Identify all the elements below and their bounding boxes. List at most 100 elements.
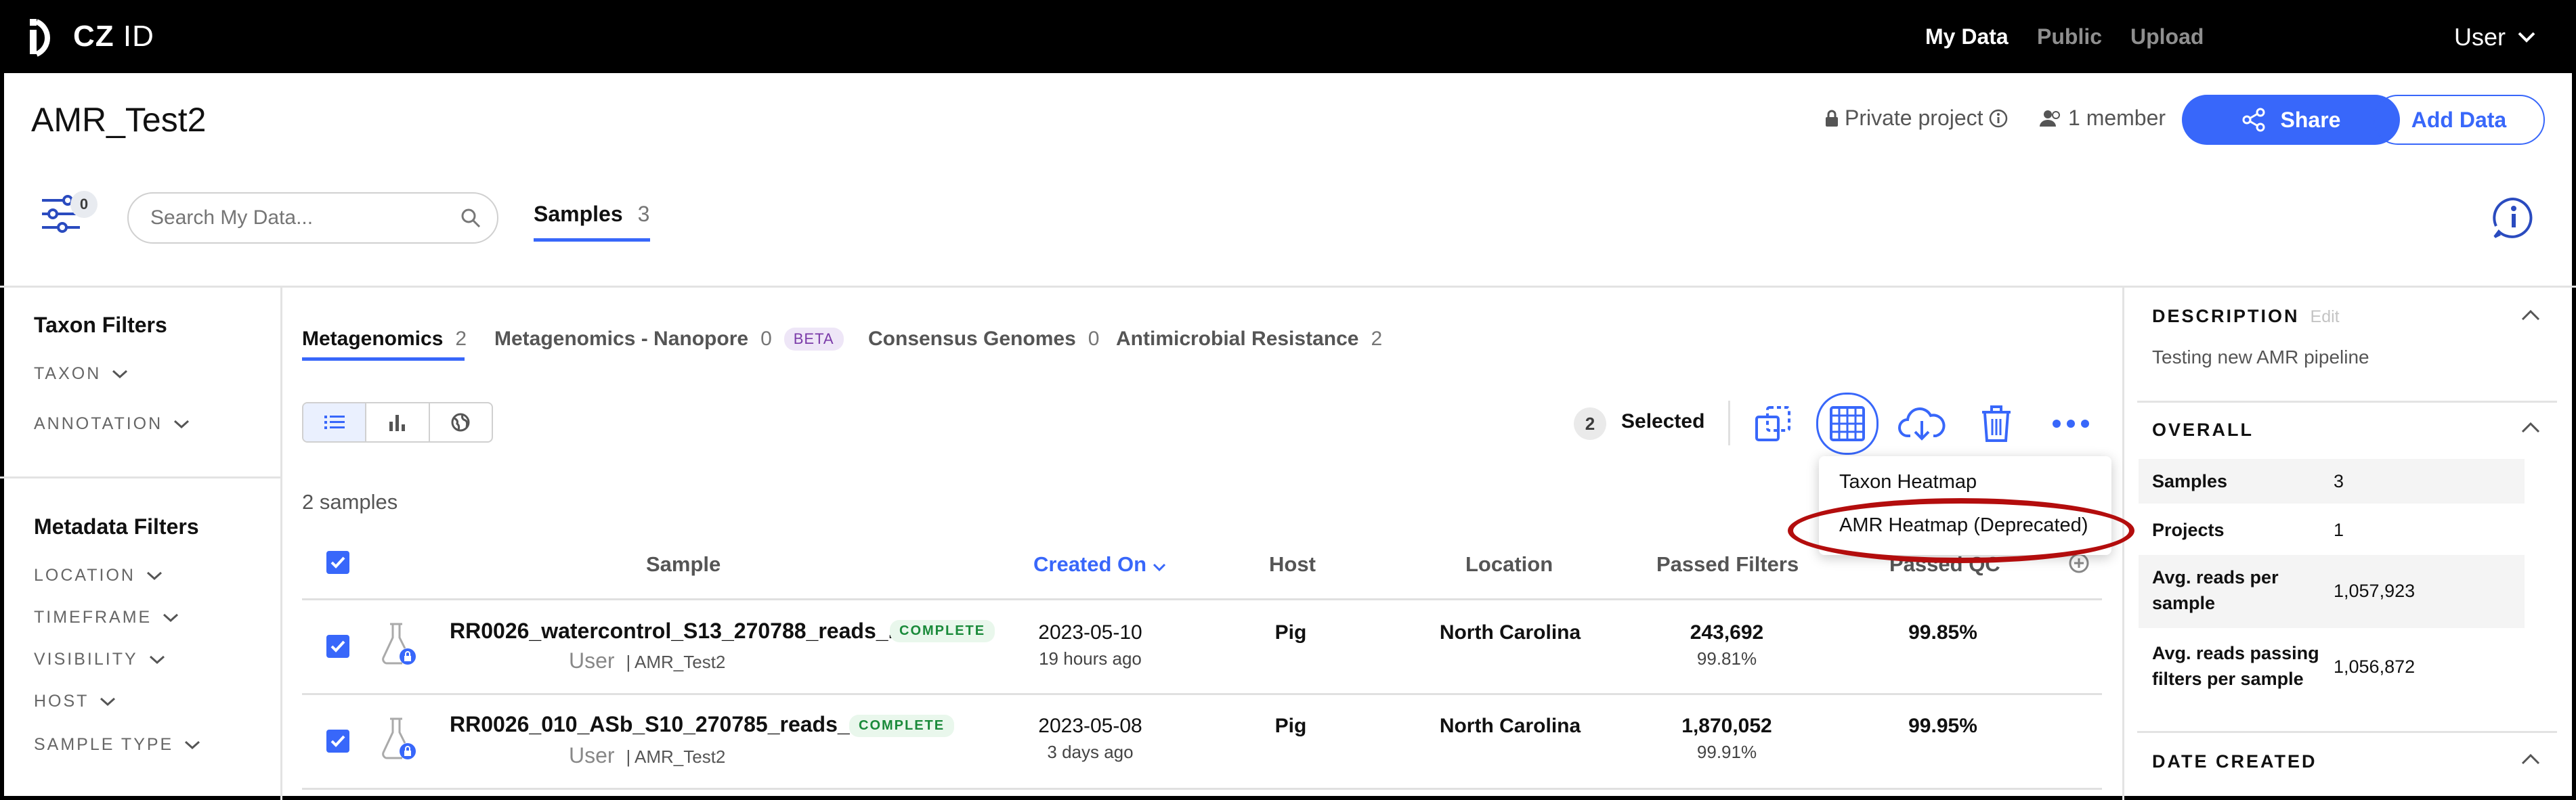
user-menu[interactable]: User <box>2454 23 2535 51</box>
filters-divider <box>0 476 280 479</box>
info-icon <box>1989 109 2007 127</box>
nav-upload[interactable]: Upload <box>2130 24 2204 49</box>
created-ago: 19 hours ago <box>1039 648 1142 669</box>
chevron-up-icon[interactable] <box>2520 421 2541 435</box>
search-box[interactable] <box>127 192 498 244</box>
sample-flask-icon <box>382 623 416 665</box>
tab-count: 2 <box>455 328 467 350</box>
column-header-passed-qc[interactable]: Passed QC <box>1889 552 2000 577</box>
overall-row: Projects 1 <box>2139 504 2525 555</box>
tab-label: Antimicrobial Resistance <box>1116 328 1359 350</box>
passed-filters-cell: 243,692 99.81% <box>1639 621 1815 669</box>
overall-row: Avg. reads per sample 1,057,923 <box>2139 555 2525 628</box>
lock-icon <box>1826 110 1838 127</box>
chevron-down-icon <box>112 370 128 378</box>
tab-consensus-genomes[interactable]: Consensus Genomes 0 <box>868 328 1099 351</box>
cloud-download-icon <box>1898 407 1946 441</box>
edit-description-link[interactable]: Edit <box>2311 307 2340 326</box>
row-checkbox[interactable] <box>326 635 349 658</box>
tab-label: Consensus Genomes <box>868 328 1076 350</box>
description-heading-label: DESCRIPTION <box>2152 306 2300 326</box>
heatmap-button[interactable] <box>1816 393 1879 455</box>
filter-visibility[interactable]: VISIBILITY <box>34 650 165 669</box>
filter-annotation[interactable]: ANNOTATION <box>34 414 190 434</box>
share-button[interactable]: Share <box>2182 95 2400 145</box>
overall-value: 3 <box>2334 471 2344 491</box>
bar-chart-icon <box>389 415 405 431</box>
sample-name[interactable]: RR0026_010_ASb_S10_270785_reads_nh <box>450 712 876 737</box>
tab-label: Metagenomics <box>302 328 444 350</box>
column-header-created-on[interactable]: Created On <box>1033 552 1166 577</box>
more-horizontal-icon <box>2053 420 2089 428</box>
chevron-down-icon <box>1153 563 1165 572</box>
members-indicator[interactable]: 1 member <box>2040 106 2166 131</box>
map-view-button[interactable] <box>430 403 492 441</box>
tab-metagenomics[interactable]: Metagenomics 2 <box>302 328 467 351</box>
select-all-checkbox[interactable] <box>326 551 349 574</box>
tab-count: 2 <box>1371 328 1383 350</box>
privacy-indicator[interactable]: Private project <box>1824 106 2008 131</box>
toolbar-separator <box>1728 401 1730 445</box>
filter-host[interactable]: HOST <box>34 692 116 711</box>
search-input[interactable] <box>149 206 460 230</box>
filter-taxon[interactable]: TAXON <box>34 364 128 384</box>
share-icon <box>2242 108 2265 132</box>
check-icon <box>330 735 345 747</box>
download-button[interactable] <box>1895 397 1949 451</box>
column-header-sample[interactable]: Sample <box>646 552 721 577</box>
overall-row: Avg. reads passing filters per sample 1,… <box>2139 628 2525 704</box>
sample-project: AMR_Test2 <box>635 652 726 672</box>
location-cell: North Carolina <box>1439 715 1581 737</box>
column-header-host[interactable]: Host <box>1269 552 1316 577</box>
passed-filters-value: 1,870,052 <box>1681 715 1772 737</box>
tab-antimicrobial-resistance[interactable]: Antimicrobial Resistance 2 <box>1116 328 1382 351</box>
heatmap-icon <box>1830 406 1865 441</box>
row-divider <box>302 788 2102 790</box>
page-title: AMR_Test2 <box>31 101 207 139</box>
overall-value: 1,057,923 <box>2334 581 2416 601</box>
more-actions-button[interactable] <box>2044 397 2098 451</box>
filter-sample-type[interactable]: SAMPLE TYPE <box>34 735 200 755</box>
passed-filters-cell: 1,870,052 99.91% <box>1639 715 1815 763</box>
bulk-compare-button[interactable] <box>1746 397 1800 451</box>
users-icon <box>2040 110 2060 127</box>
add-column-icon[interactable] <box>2068 552 2090 574</box>
sample-meta: User | AMR_Test2 <box>569 648 726 673</box>
sample-name[interactable]: RR0026_watercontrol_S13_270788_reads_... <box>450 619 906 644</box>
tab-samples-count: 3 <box>637 202 650 226</box>
tab-count: 0 <box>760 328 772 350</box>
trash-icon <box>1982 405 2011 442</box>
overall-label: Avg. reads passing filters per sample <box>2152 643 2319 689</box>
tab-metagenomics-nanopore[interactable]: Metagenomics - Nanopore 0 BETA <box>494 328 844 351</box>
czid-logo[interactable]: CZ ID <box>27 14 154 60</box>
delete-button[interactable] <box>1969 397 2023 451</box>
nav-my-data[interactable]: My Data <box>1925 24 2009 49</box>
column-header-location[interactable]: Location <box>1465 552 1553 577</box>
privacy-label: Private project <box>1845 106 1983 130</box>
sample-flask-icon <box>382 717 416 759</box>
filter-timeframe[interactable]: TIMEFRAME <box>34 608 179 627</box>
chevron-up-icon[interactable] <box>2520 309 2541 322</box>
tab-label: Metagenomics - Nanopore <box>494 328 749 350</box>
overall-label: Avg. reads per sample <box>2152 567 2279 613</box>
info-panel-icon[interactable] <box>2492 196 2535 240</box>
chevron-down-icon <box>149 655 165 664</box>
share-label: Share <box>2280 107 2341 132</box>
list-icon <box>324 416 345 429</box>
nav-public[interactable]: Public <box>2037 24 2102 49</box>
globe-icon <box>451 413 470 432</box>
filter-annotation-label: ANNOTATION <box>34 414 163 433</box>
list-view-button[interactable] <box>303 403 367 441</box>
row-divider <box>302 693 2102 695</box>
created-on-cell: 2023-05-10 19 hours ago <box>1002 621 1178 669</box>
chart-view-button[interactable] <box>366 403 430 441</box>
menu-item-taxon-heatmap[interactable]: Taxon Heatmap <box>1839 471 1977 493</box>
created-date: 2023-05-08 <box>1038 715 1142 737</box>
add-data-button[interactable]: Add Data <box>2373 95 2545 145</box>
tab-samples[interactable]: Samples 3 <box>534 202 649 227</box>
menu-item-amr-heatmap[interactable]: AMR Heatmap (Deprecated) <box>1839 514 2088 537</box>
chevron-up-icon[interactable] <box>2520 753 2541 766</box>
column-header-passed-filters[interactable]: Passed Filters <box>1656 552 1799 577</box>
filter-location[interactable]: LOCATION <box>34 566 163 585</box>
row-checkbox[interactable] <box>326 730 349 753</box>
